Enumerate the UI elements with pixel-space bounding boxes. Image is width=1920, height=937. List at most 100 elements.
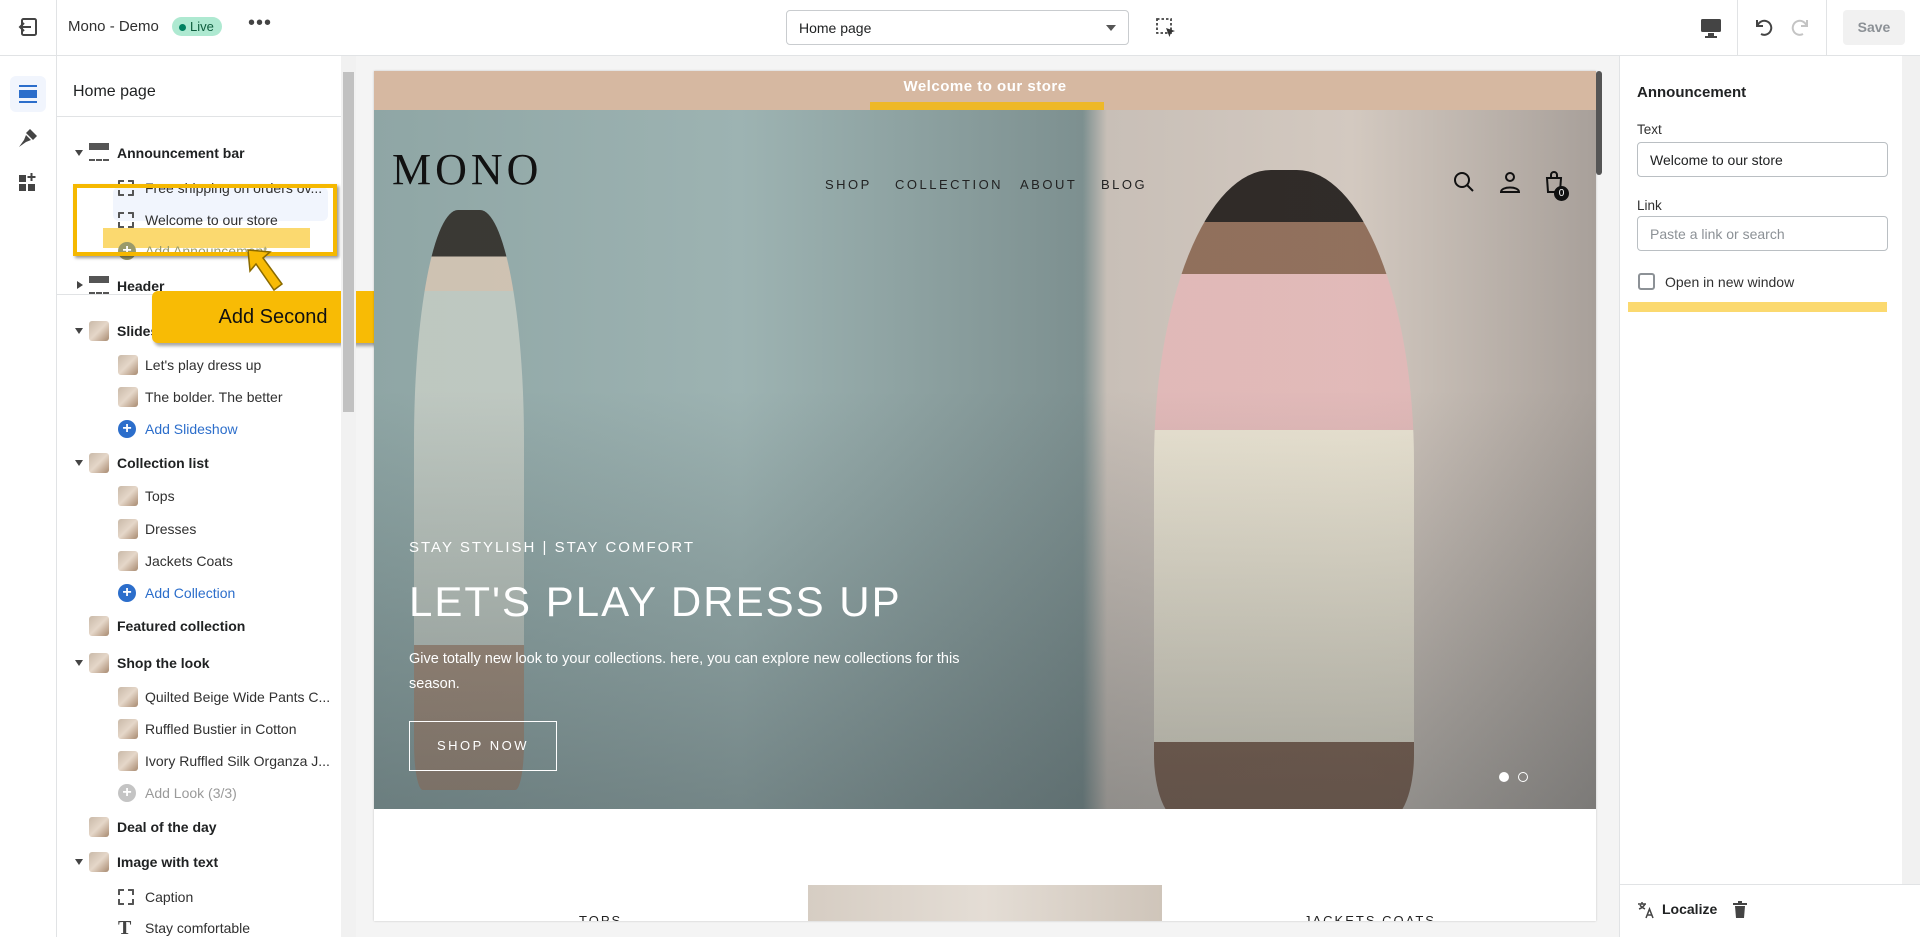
section-row[interactable]: Deal of the day <box>57 812 341 842</box>
open-new-window-checkbox[interactable] <box>1638 273 1655 290</box>
desktop-view-icon[interactable] <box>1700 18 1722 38</box>
more-actions-button[interactable]: ••• <box>248 12 272 35</box>
preview-scrollbar[interactable] <box>1596 71 1602 175</box>
text-label: Text <box>1637 122 1662 137</box>
row-label: Collection list <box>117 455 209 471</box>
collection-image[interactable] <box>808 885 1162 921</box>
thumbnail-image <box>118 551 138 571</box>
add-block-button[interactable]: + Add Slideshow <box>57 414 341 444</box>
row-label: Add Look (3/3) <box>145 785 237 801</box>
block-row[interactable]: Let's play dress up <box>57 350 341 380</box>
announcement-text-input[interactable] <box>1637 142 1888 177</box>
section-icon <box>89 276 109 294</box>
localize-button[interactable]: Localize <box>1662 901 1717 917</box>
plus-icon: + <box>118 584 136 602</box>
cart-count-badge: 0 <box>1554 186 1569 201</box>
shop-now-button[interactable]: SHOP NOW <box>409 721 557 771</box>
thumbnail-image <box>89 321 109 341</box>
settings-panel: Announcement Text Link Open in new windo… <box>1619 56 1920 937</box>
nav-about[interactable]: ABOUT <box>1020 177 1077 192</box>
collection-jackets-label[interactable]: JACKETS COATS <box>1304 913 1436 921</box>
caret-down-icon[interactable] <box>75 328 83 334</box>
section-icon <box>89 143 109 161</box>
block-row[interactable]: Caption <box>57 882 341 912</box>
store-preview: Welcome to our store MONO SHOP COLLECTIO… <box>374 71 1596 921</box>
section-row[interactable]: Featured collection <box>57 611 341 641</box>
thumbnail-image <box>118 387 138 407</box>
nav-collection[interactable]: COLLECTION <box>895 177 1003 192</box>
slide-dot-1-active[interactable] <box>1499 772 1509 782</box>
row-label: Stay comfortable <box>145 920 251 936</box>
caret-down-icon[interactable] <box>75 859 83 865</box>
delete-icon[interactable] <box>1732 901 1748 919</box>
block-row[interactable]: T Stay comfortable <box>57 913 341 937</box>
hero-overlay <box>374 110 1596 809</box>
exit-icon[interactable] <box>18 16 40 38</box>
store-logo[interactable]: MONO <box>392 144 542 195</box>
paintbrush-icon <box>19 129 37 147</box>
highlight-bar <box>1628 302 1887 312</box>
collection-tops-label[interactable]: TOPS <box>579 913 622 921</box>
slide-dot-2[interactable] <box>1518 772 1528 782</box>
save-button[interactable]: Save <box>1843 10 1905 45</box>
section-row[interactable]: Announcement bar <box>57 138 341 168</box>
caret-down-icon[interactable] <box>75 460 83 466</box>
sections-button[interactable] <box>10 76 46 112</box>
thumbnail-image <box>118 719 138 739</box>
hero-eyebrow: STAY STYLISH | STAY COMFORT <box>409 539 695 556</box>
page-selector[interactable]: Home page <box>786 10 1129 45</box>
open-new-window-label[interactable]: Open in new window <box>1665 274 1794 290</box>
add-block-button[interactable]: + Add Look (3/3) <box>57 778 341 808</box>
block-row[interactable]: Ivory Ruffled Silk Organza J... <box>57 746 341 776</box>
translate-icon[interactable] <box>1637 901 1655 919</box>
undo-icon[interactable] <box>1752 16 1774 38</box>
add-block-button[interactable]: + Add Collection <box>57 578 341 608</box>
row-label: Image with text <box>117 854 219 870</box>
block-row[interactable]: Jackets Coats <box>57 546 341 576</box>
section-row[interactable]: Collection list <box>57 448 341 478</box>
scrollbar-thumb[interactable] <box>343 72 354 412</box>
caret-down-icon <box>1106 25 1116 31</box>
account-icon[interactable] <box>1498 170 1522 194</box>
plus-icon: + <box>118 420 136 438</box>
block-row[interactable]: Tops <box>57 481 341 511</box>
row-label: Featured collection <box>117 618 246 634</box>
tutorial-callout: Add Second <box>152 291 394 343</box>
thumbnail-image <box>118 687 138 707</box>
block-row[interactable]: Ruffled Bustier in Cotton <box>57 714 341 744</box>
left-panel-scrollbar[interactable] <box>341 56 356 937</box>
row-label: Tops <box>145 488 175 504</box>
block-icon <box>118 889 134 905</box>
tutorial-highlight-box <box>73 184 337 256</box>
section-row[interactable]: Image with text <box>57 847 341 877</box>
row-label: Add Slideshow <box>145 421 238 437</box>
hero-slideshow[interactable]: MONO SHOP COLLECTION ABOUT BLOG 0 STAY S… <box>374 110 1596 809</box>
block-row[interactable]: The bolder. The better <box>57 382 341 412</box>
theme-settings-button[interactable] <box>10 120 46 156</box>
inspector-select-icon[interactable] <box>1155 17 1177 39</box>
right-panel-scrollbar[interactable] <box>1902 56 1920 884</box>
block-row[interactable]: Dresses <box>57 514 341 544</box>
row-label: Deal of the day <box>117 819 217 835</box>
search-icon[interactable] <box>1452 170 1476 194</box>
nav-shop[interactable]: SHOP <box>825 177 872 192</box>
icon-rail <box>0 56 57 937</box>
block-row[interactable]: Quilted Beige Wide Pants C... <box>57 682 341 712</box>
row-label: Ruffled Bustier in Cotton <box>145 721 297 737</box>
nav-blog[interactable]: BLOG <box>1101 177 1147 192</box>
sections-icon <box>19 85 37 103</box>
caret-down-icon[interactable] <box>75 150 83 156</box>
section-row[interactable]: Shop the look <box>57 648 341 678</box>
divider <box>1737 0 1738 56</box>
link-input[interactable] <box>1637 216 1888 251</box>
row-label: Jackets Coats <box>145 553 233 569</box>
store-name: Mono - Demo <box>68 18 159 35</box>
redo-icon[interactable] <box>1790 16 1812 38</box>
caret-down-icon[interactable] <box>75 660 83 666</box>
caret-right-icon[interactable] <box>77 281 83 289</box>
add-block-icon <box>19 173 36 191</box>
app-embeds-button[interactable] <box>10 164 46 200</box>
thumbnail-image <box>118 486 138 506</box>
live-badge: Live <box>172 17 222 36</box>
text-icon: T <box>118 917 132 937</box>
